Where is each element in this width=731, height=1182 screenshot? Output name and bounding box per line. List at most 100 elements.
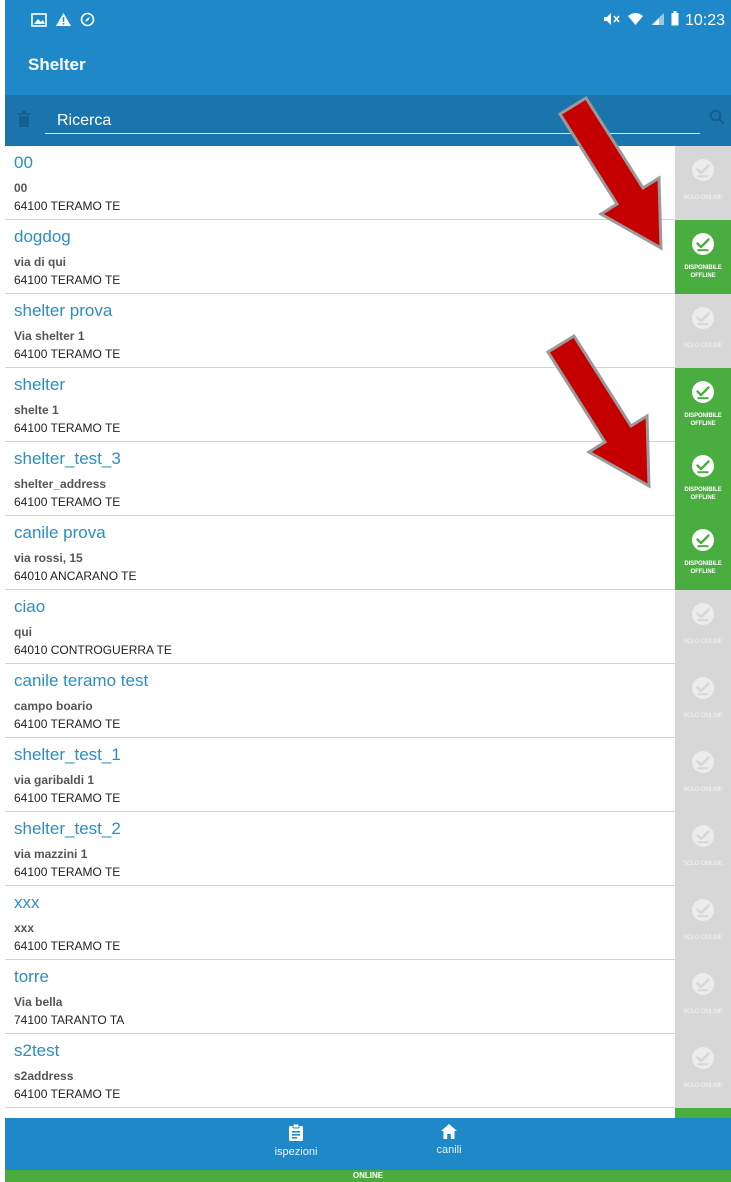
availability-badge[interactable]: DISPONIBILEOFFLINE [675,368,731,442]
warning-notification-icon [55,12,72,32]
badge-label: SOLO ONLINE [683,639,723,645]
shelter-city: 64100 TERAMO TE [14,495,121,509]
availability-badge[interactable]: SOLO ONLINE [675,146,731,220]
badge-label: SOLO ONLINE [683,713,723,719]
shelter-address: Via bella [14,995,63,1009]
shelter-row[interactable]: canile teramo test campo boario 64100 TERA… [5,664,731,738]
nav-item-inspections[interactable]: ispezioni [256,1123,336,1158]
check-circle-disabled-icon [691,602,715,631]
check-circle-disabled-icon [691,972,715,1001]
trash-icon[interactable] [18,111,30,132]
check-circle-disabled-icon [691,750,715,779]
nav-item-kennels[interactable]: canili [409,1124,489,1156]
red-arrow-annotation [557,95,663,251]
shelter-row[interactable]: DISPONIBILEOFFLINE [5,1108,731,1118]
search-icon[interactable] [709,109,725,130]
badge-label: DISPONIBILE OFFLINE [684,561,722,575]
availability-badge[interactable]: SOLO ONLINE [675,886,731,960]
availability-badge[interactable]: SOLO ONLINE [675,590,731,664]
signal-icon [650,12,665,31]
availability-badge[interactable]: SOLO ONLINE [675,738,731,812]
connection-status-bar: ONLINE [5,1170,731,1182]
shelter-address: Via shelter 1 [14,329,85,343]
shelter-name[interactable]: s2test [14,1041,59,1061]
nav-label-kennels: canili [436,1144,462,1156]
shelter-city: 64100 TERAMO TE [14,717,121,731]
availability-badge[interactable]: SOLO ONLINE [675,960,731,1034]
availability-badge[interactable]: DISPONIBILEOFFLINE [675,442,731,516]
availability-badge[interactable]: SOLO ONLINE [675,1034,731,1108]
shelter-name[interactable]: canile prova [14,523,106,543]
check-circle-disabled-icon [691,306,715,335]
badge-label: SOLO ONLINE [683,343,723,349]
compass-notification-icon [80,12,95,32]
shelter-address: xxx [14,921,35,935]
availability-badge[interactable]: SOLO ONLINE [675,664,731,738]
shelter-name[interactable]: shelter_test_1 [14,745,121,765]
app-bar: Shelter [5,35,731,95]
status-bar: 10:23 [5,0,731,35]
wifi-icon [627,12,644,31]
shelter-name[interactable]: shelter_test_2 [14,819,121,839]
check-circle-disabled-icon [691,676,715,705]
shelter-city: 74100 TARANTO TA [14,1013,125,1027]
bottom-navigation: ispezioni canili [5,1118,731,1170]
clipboard-icon [289,1123,303,1144]
red-arrow-annotation [545,333,651,489]
check-circle-icon [691,454,715,483]
shelter-address: via mazzini 1 [14,847,88,861]
shelter-row[interactable]: torre Via bella 74100 TARANTO TA SOLO ONLIN… [5,960,731,1034]
shelter-address: 00 [14,181,28,195]
shelter-row[interactable]: ciao qui 64010 CONTROGUERRA TE SOLO ONLINE [5,590,731,664]
shelter-name[interactable]: torre [14,967,49,987]
check-circle-disabled-icon [691,158,715,187]
availability-badge[interactable]: DISPONIBILEOFFLINE [675,220,731,294]
shelter-name[interactable]: shelter_test_3 [14,449,121,469]
battery-icon [671,11,679,31]
shelter-city: 64100 TERAMO TE [14,1087,121,1101]
availability-badge[interactable]: DISPONIBILEOFFLINE [675,516,731,590]
check-circle-disabled-icon [691,1046,715,1075]
shelter-city: 64100 TERAMO TE [14,347,121,361]
shelter-address: via garibaldi 1 [14,773,95,787]
shelter-name[interactable]: 00 [14,153,33,173]
shelter-name[interactable]: xxx [14,893,40,913]
availability-badge[interactable]: SOLO ONLINE [675,812,731,886]
shelter-name[interactable]: shelter prova [14,301,112,321]
shelter-row[interactable]: s2test s2address 64100 TERAMO TE SOLO ONLIN… [5,1034,731,1108]
search-input[interactable]: Ricerca [57,112,111,130]
shelter-city: 64100 TERAMO TE [14,273,121,287]
badge-label: SOLO ONLINE [683,935,723,941]
shelter-address: shelter_address [14,477,107,491]
shelter-name[interactable]: canile teramo test [14,671,148,691]
shelter-address: qui [14,625,32,639]
check-circle-icon [691,380,715,409]
shelter-city: 64100 TERAMO TE [14,199,121,213]
shelter-row[interactable]: shelter_test_1via garibaldi 1 64100 TERAM… [5,738,731,812]
shelter-row[interactable]: canile prova via rossi, 15 64010 ANCARANO … [5,516,731,590]
badge-label: SOLO ONLINE [683,1009,723,1015]
check-circle-disabled-icon [691,898,715,927]
badge-label: DISPONIBILE OFFLINE [684,265,722,279]
shelter-address: via di qui [14,255,67,269]
shelter-city: 64100 TERAMO TE [14,939,121,953]
shelter-list: 00 00 64100 TERAMO TE SOLO ONLINE dogdog via … [5,146,731,1118]
shelter-name[interactable]: shelter [14,375,65,395]
nav-label-inspections: ispezioni [274,1146,318,1158]
availability-badge[interactable]: SOLO ONLINE [675,294,731,368]
check-circle-icon [691,232,715,261]
badge-label: SOLO ONLINE [683,195,723,201]
shelter-row[interactable]: xxx xxx 64100 TERAMO TE SOLO ONLINE [5,886,731,960]
shelter-name[interactable]: ciao [14,597,45,617]
shelter-row[interactable]: shelter_test_2 via mazzini 1 64100 TERAMO … [5,812,731,886]
shelter-city: 64100 TERAMO TE [14,421,121,435]
shelter-name[interactable]: dogdog [14,227,71,247]
gallery-notification-icon [31,12,47,32]
home-icon [441,1124,457,1142]
shelter-address: via rossi, 15 [14,551,83,565]
shelter-city: 64100 TERAMO TE [14,791,121,805]
mute-icon [603,12,621,31]
badge-label: DISPONIBILE OFFLINE [684,413,722,427]
shelter-city: 64010 CONTROGUERRA TE [14,643,172,657]
availability-badge[interactable]: DISPONIBILEOFFLINE [675,1108,731,1118]
